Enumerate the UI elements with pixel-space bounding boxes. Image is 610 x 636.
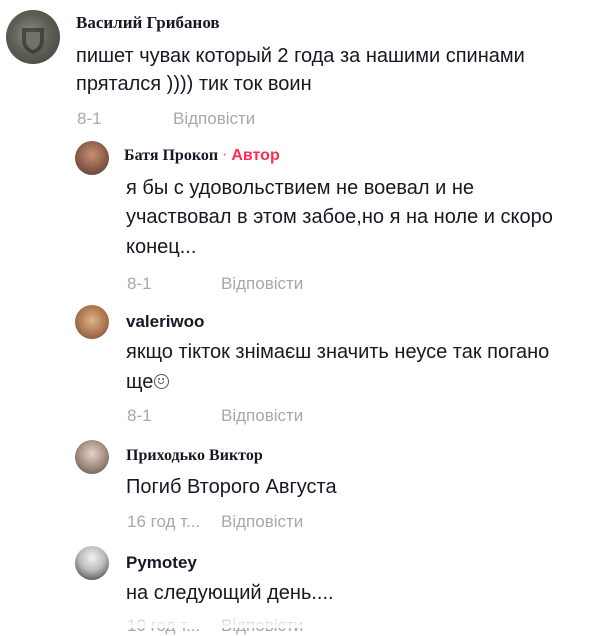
commenter-name[interactable]: Приходько Виктор <box>126 447 263 465</box>
comment-text-line: участвовал в этом забое,но я на ноле и с… <box>126 206 553 228</box>
comment-date: 8-1 <box>77 109 102 128</box>
reply-button[interactable]: Відповісти <box>221 512 303 532</box>
avatar[interactable] <box>6 10 60 64</box>
reply-button[interactable]: Відповісти <box>221 406 303 426</box>
avatar[interactable] <box>75 305 109 339</box>
smile-emoji-icon <box>154 374 170 389</box>
avatar[interactable] <box>75 141 109 175</box>
comment-date: 8-1 <box>127 274 152 293</box>
separator-dot: · <box>222 147 228 164</box>
comment-text-fragment: ще <box>126 371 154 393</box>
commenter-name[interactable]: valeriwoo <box>126 312 204 332</box>
comment-text-line: конец... <box>126 236 197 258</box>
avatar[interactable] <box>75 440 109 474</box>
author-badge: Автор <box>231 147 280 164</box>
comment-text-line: прятался )))) тик ток воин <box>76 73 312 95</box>
comment-date: 16 год т... <box>127 512 201 531</box>
coat-of-arms-icon <box>22 28 44 54</box>
avatar[interactable] <box>75 546 109 580</box>
comment-date: 8-1 <box>127 406 152 425</box>
scroll-fade-overlay <box>0 612 610 628</box>
comment-text-line: на следующий день.... <box>126 582 334 604</box>
commenter-name[interactable]: Василий Грибанов <box>76 13 220 33</box>
reply-button[interactable]: Відповісти <box>221 274 303 294</box>
commenter-name[interactable]: Pymotey <box>126 553 197 573</box>
comment-text-line: я бы с удовольствием не воевал и не <box>126 177 475 199</box>
comment-text-line: пишет чувак который 2 года за нашими спи… <box>76 45 525 67</box>
comment-text-line: якщо тікток знімаєш значить неусе так по… <box>126 341 550 363</box>
comment-text-line: ще <box>126 367 170 397</box>
commenter-name-text[interactable]: Батя Прокоп <box>124 147 218 164</box>
reply-button[interactable]: Відповісти <box>173 109 255 129</box>
comment-text-line: Погиб Второго Августа <box>126 476 337 498</box>
commenter-name: Батя Прокоп · Автор <box>124 147 280 165</box>
